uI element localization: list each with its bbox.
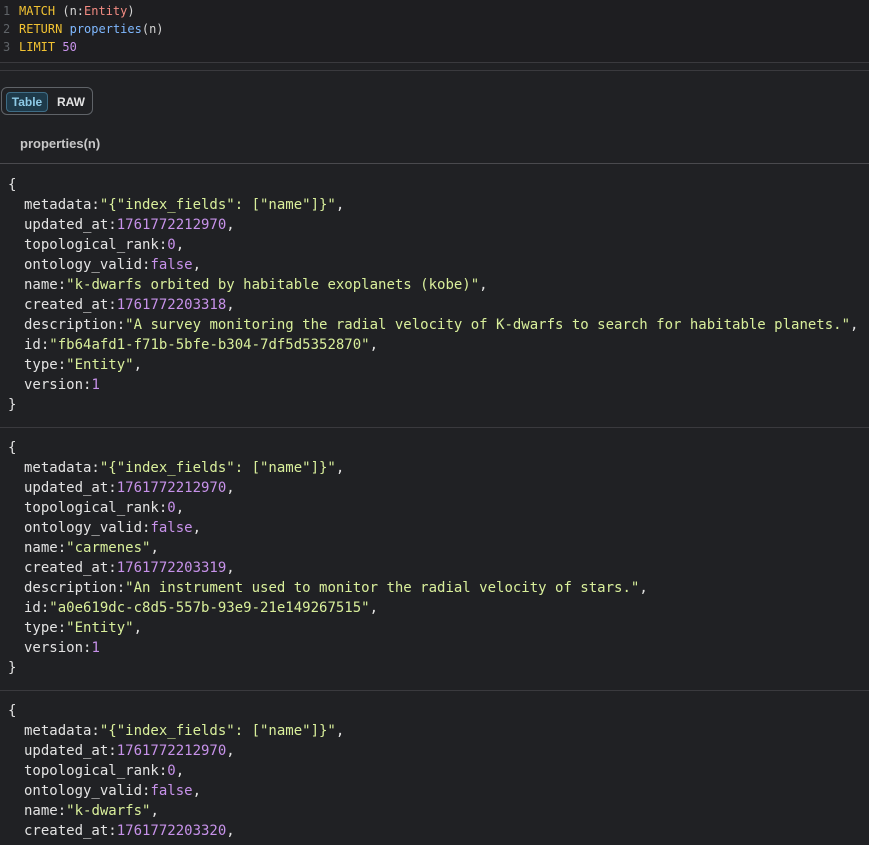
field-name: name:"carmenes", xyxy=(24,540,159,556)
open-brace: { xyxy=(8,703,17,719)
field-updated-at: updated_at:1761772212970, xyxy=(24,480,235,496)
field-topological-rank: topological_rank:0, xyxy=(24,500,185,516)
field-description: description:"An instrument used to monit… xyxy=(24,580,648,596)
query-line-1[interactable]: 1 MATCH (n:Entity) xyxy=(0,2,135,20)
table-row[interactable]: { metadata:"{"index_fields": ["name"]}",… xyxy=(0,436,869,690)
row-divider xyxy=(0,690,869,691)
field-ontology-valid: ontology_valid:false, xyxy=(24,520,202,536)
keyword-return: RETURN xyxy=(19,22,63,36)
field-created-at: created_at:1761772203320, xyxy=(24,823,235,839)
query-editor[interactable]: 1 MATCH (n:Entity) 2 RETURN properties(n) … xyxy=(0,0,869,63)
field-updated-at: updated_at:1761772212970, xyxy=(24,743,235,759)
keyword-limit: LIMIT xyxy=(19,40,56,54)
table-row[interactable]: { metadata:"{"index_fields": ["name"]}",… xyxy=(0,173,869,427)
row-divider xyxy=(0,427,869,428)
tab-table[interactable]: Table xyxy=(6,92,48,112)
open-brace: { xyxy=(8,177,17,193)
field-description: description:"A survey monitoring the rad… xyxy=(24,317,859,333)
line-number: 1 xyxy=(3,4,11,18)
function-name: properties xyxy=(69,22,142,36)
close-brace: } xyxy=(8,397,17,413)
function-args: (n) xyxy=(141,22,164,36)
field-type: type:"Entity", xyxy=(24,357,143,373)
open-brace: { xyxy=(8,440,17,456)
node-label: Entity xyxy=(84,4,128,18)
field-metadata: metadata:"{"index_fields": ["name"]}", xyxy=(24,460,345,476)
header-divider xyxy=(0,163,869,164)
field-type: type:"Entity", xyxy=(24,620,143,636)
field-ontology-valid: ontology_valid:false, xyxy=(24,783,202,799)
field-metadata: metadata:"{"index_fields": ["name"]}", xyxy=(24,197,345,213)
node-pattern-close: ) xyxy=(127,4,135,18)
field-metadata: metadata:"{"index_fields": ["name"]}", xyxy=(24,723,345,739)
field-ontology-valid: ontology_valid:false, xyxy=(24,257,202,273)
field-created-at: created_at:1761772203319, xyxy=(24,560,235,576)
field-name: name:"k-dwarfs orbited by habitable exop… xyxy=(24,277,488,293)
query-line-3[interactable]: 3 LIMIT 50 xyxy=(0,38,77,56)
field-version: version:1 xyxy=(24,640,100,656)
line-number: 3 xyxy=(3,40,11,54)
line-number: 2 xyxy=(3,22,11,36)
query-line-2[interactable]: 2 RETURN properties(n) xyxy=(0,20,164,38)
table-row[interactable]: { metadata:"{"index_fields": ["name"]}",… xyxy=(0,699,869,845)
view-toggle: Table RAW xyxy=(1,87,93,115)
field-topological-rank: topological_rank:0, xyxy=(24,237,185,253)
field-created-at: created_at:1761772203318, xyxy=(24,297,235,313)
limit-value: 50 xyxy=(62,40,77,54)
field-name: name:"k-dwarfs", xyxy=(24,803,159,819)
node-pattern-open: (n: xyxy=(55,4,85,18)
field-id: id:"a0e619dc-c8d5-557b-93e9-21e149267515… xyxy=(24,600,379,616)
field-version: version:1 xyxy=(24,377,100,393)
tab-raw[interactable]: RAW xyxy=(52,92,90,112)
keyword-match: MATCH xyxy=(19,4,56,18)
close-brace: } xyxy=(8,660,17,676)
field-topological-rank: topological_rank:0, xyxy=(24,763,185,779)
field-updated-at: updated_at:1761772212970, xyxy=(24,217,235,233)
field-id: id:"fb64afd1-f71b-5bfe-b304-7df5d5352870… xyxy=(24,337,379,353)
divider xyxy=(0,70,869,71)
column-header[interactable]: properties(n) xyxy=(20,136,100,152)
